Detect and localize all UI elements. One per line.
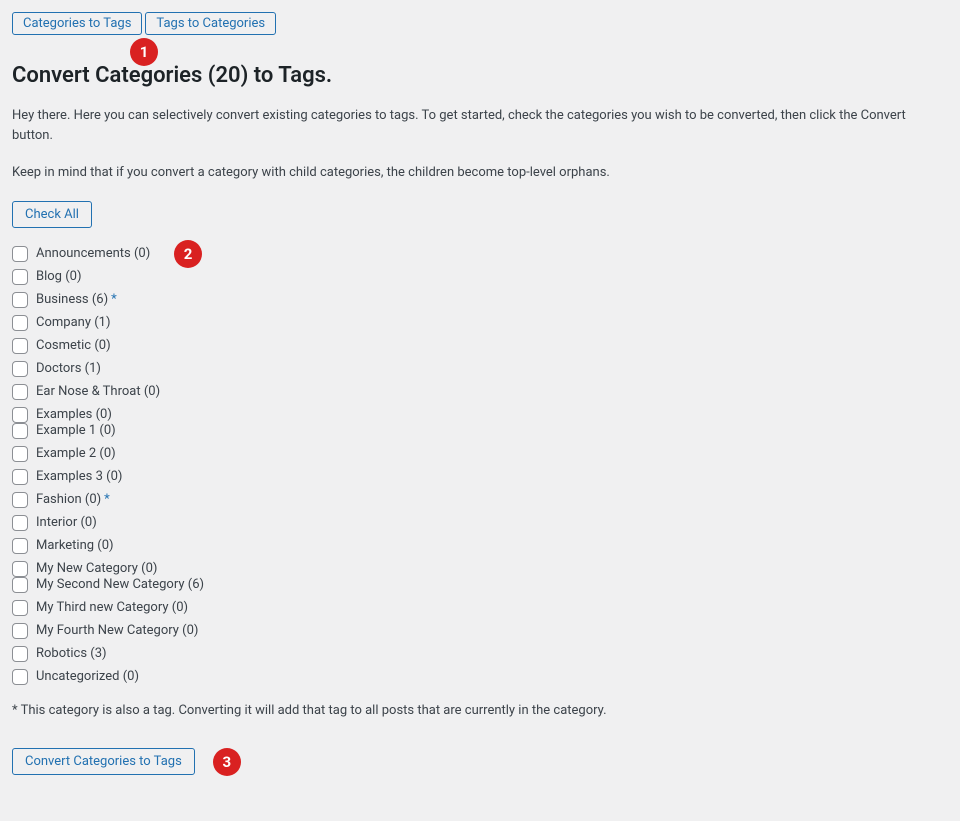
- category-checkbox[interactable]: [12, 407, 28, 423]
- category-label[interactable]: Examples (0): [36, 407, 112, 422]
- tab-categories-to-tags[interactable]: Categories to Tags: [12, 12, 142, 35]
- annotation-badge-1: 1: [130, 38, 158, 66]
- category-label[interactable]: Uncategorized (0): [36, 669, 139, 684]
- category-item: Company (1): [12, 315, 948, 331]
- category-checkbox[interactable]: [12, 646, 28, 662]
- category-item: Business (6)*: [12, 292, 948, 308]
- category-label[interactable]: Robotics (3): [36, 646, 107, 661]
- tabs-row: Categories to Tags Tags to Categories 1: [12, 12, 948, 35]
- page-title: Convert Categories (20) to Tags.: [12, 63, 948, 88]
- category-label[interactable]: Business (6): [36, 292, 108, 307]
- category-checkbox[interactable]: [12, 538, 28, 554]
- annotation-badge-2: 2: [174, 240, 202, 268]
- category-checkbox[interactable]: [12, 384, 28, 400]
- category-item: Blog (0): [12, 269, 948, 285]
- category-checkbox[interactable]: [12, 469, 28, 485]
- category-label[interactable]: My New Category (0): [36, 561, 157, 576]
- category-item: Ear Nose & Throat (0): [12, 384, 948, 400]
- category-checkbox[interactable]: [12, 669, 28, 685]
- category-label[interactable]: Cosmetic (0): [36, 338, 111, 353]
- category-item: Example 1 (0): [12, 423, 948, 439]
- category-label[interactable]: Marketing (0): [36, 538, 114, 553]
- category-label[interactable]: Doctors (1): [36, 361, 101, 376]
- category-checkbox[interactable]: [12, 561, 28, 577]
- category-checkbox[interactable]: [12, 338, 28, 354]
- category-checkbox[interactable]: [12, 269, 28, 285]
- category-item: My Third new Category (0): [12, 600, 948, 616]
- category-label[interactable]: Announcements (0): [36, 246, 150, 261]
- intro-paragraph-2: Keep in mind that if you convert a categ…: [12, 163, 948, 183]
- category-checkbox[interactable]: [12, 315, 28, 331]
- category-label[interactable]: Interior (0): [36, 515, 97, 530]
- category-label[interactable]: Examples 3 (0): [36, 469, 122, 484]
- category-checkbox[interactable]: [12, 623, 28, 639]
- intro-paragraph-1: Hey there. Here you can selectively conv…: [12, 106, 948, 145]
- category-checkbox[interactable]: [12, 515, 28, 531]
- category-checkbox[interactable]: [12, 292, 28, 308]
- category-checkbox[interactable]: [12, 600, 28, 616]
- category-item: Doctors (1): [12, 361, 948, 377]
- category-label[interactable]: My Second New Category (6): [36, 577, 204, 592]
- category-item: Robotics (3): [12, 646, 948, 662]
- category-checkbox[interactable]: [12, 577, 28, 593]
- convert-categories-button[interactable]: Convert Categories to Tags: [12, 748, 195, 775]
- category-label[interactable]: My Third new Category (0): [36, 600, 188, 615]
- category-item: Announcements (0): [12, 246, 948, 262]
- tab-tags-to-categories[interactable]: Tags to Categories: [145, 12, 276, 35]
- category-label[interactable]: Fashion (0): [36, 492, 101, 507]
- category-list: 2 Announcements (0)Blog (0)Business (6)*…: [12, 246, 948, 685]
- category-checkbox[interactable]: [12, 446, 28, 462]
- category-item: My New Category (0): [12, 561, 948, 577]
- also-tag-asterisk: *: [104, 492, 110, 507]
- category-item: My Second New Category (6): [12, 577, 948, 593]
- category-item: Cosmetic (0): [12, 338, 948, 354]
- category-item: Marketing (0): [12, 538, 948, 554]
- category-label[interactable]: Company (1): [36, 315, 110, 330]
- category-label[interactable]: Example 2 (0): [36, 446, 116, 461]
- category-label[interactable]: Ear Nose & Throat (0): [36, 384, 160, 399]
- category-checkbox[interactable]: [12, 361, 28, 377]
- category-item: Fashion (0)*: [12, 492, 948, 508]
- annotation-badge-3: 3: [213, 748, 241, 776]
- category-item: Interior (0): [12, 515, 948, 531]
- category-label[interactable]: My Fourth New Category (0): [36, 623, 198, 638]
- footnote: * This category is also a tag. Convertin…: [12, 703, 948, 718]
- submit-row: Convert Categories to Tags 3: [12, 748, 948, 776]
- check-all-button[interactable]: Check All: [12, 201, 92, 228]
- category-item: Examples (0): [12, 407, 948, 423]
- category-item: Uncategorized (0): [12, 669, 948, 685]
- category-checkbox[interactable]: [12, 246, 28, 262]
- category-checkbox[interactable]: [12, 423, 28, 439]
- category-checkbox[interactable]: [12, 492, 28, 508]
- category-label[interactable]: Blog (0): [36, 269, 81, 284]
- category-label[interactable]: Example 1 (0): [36, 423, 116, 438]
- category-item: My Fourth New Category (0): [12, 623, 948, 639]
- category-item: Example 2 (0): [12, 446, 948, 462]
- also-tag-asterisk: *: [111, 292, 117, 307]
- category-item: Examples 3 (0): [12, 469, 948, 485]
